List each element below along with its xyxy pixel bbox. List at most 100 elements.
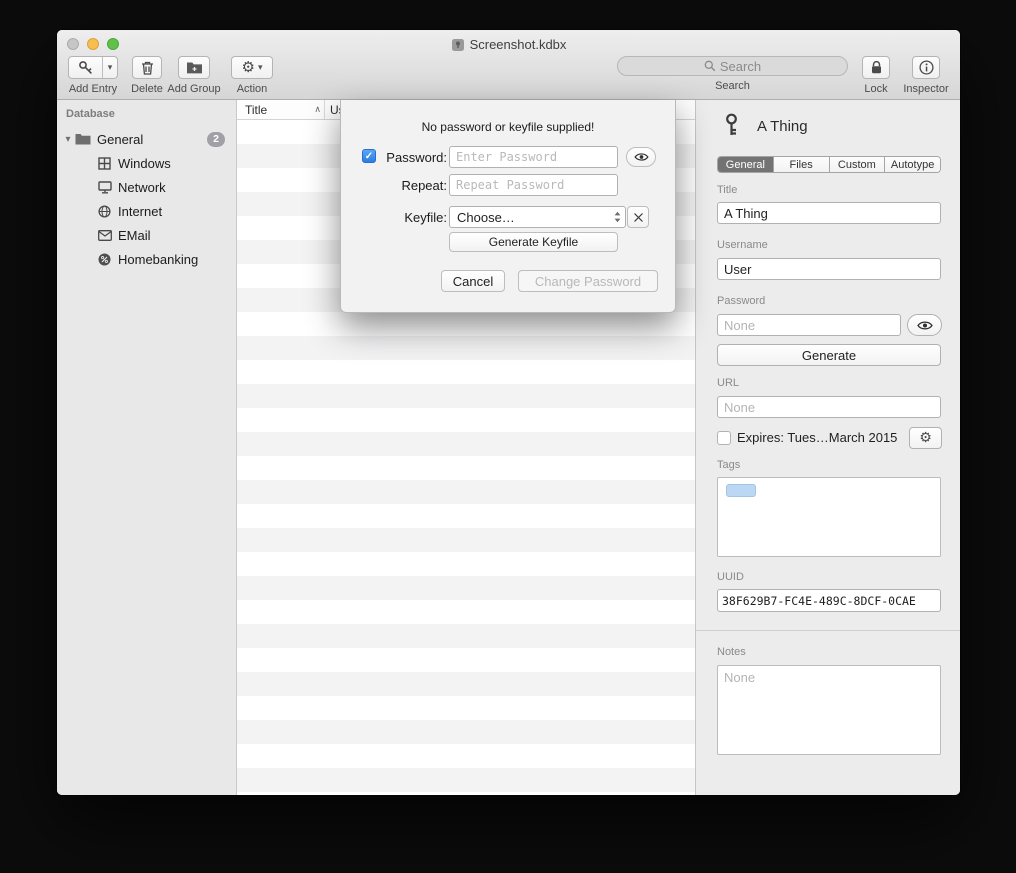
sidebar-item-homebanking[interactable]: Homebanking [57, 247, 236, 271]
tab-autotype[interactable]: Autotype [885, 157, 940, 172]
uuid-label: UUID [717, 571, 744, 583]
delete-label: Delete [127, 83, 167, 95]
search-input[interactable]: Search [617, 56, 848, 76]
tab-custom[interactable]: Custom [830, 157, 886, 172]
add-entry-button[interactable]: ▾ [68, 56, 118, 79]
cancel-button[interactable]: Cancel [441, 270, 505, 292]
folder-plus-icon [186, 61, 203, 74]
info-icon [919, 60, 934, 75]
title-field-label: Title [717, 184, 737, 196]
inspector-divider [696, 630, 960, 631]
trash-icon [140, 60, 155, 76]
sidebar-group-general[interactable]: ▾ General 2 [57, 127, 236, 151]
url-field[interactable] [717, 396, 941, 418]
dialog-repeat-input[interactable] [449, 174, 618, 196]
network-icon [97, 181, 112, 194]
expires-settings-button[interactable]: ⚙ [909, 427, 942, 449]
column-title-label: Title [245, 103, 267, 117]
change-password-label: Change Password [535, 274, 641, 289]
generate-keyfile-label: Generate Keyfile [489, 235, 578, 249]
keyfile-popup[interactable]: Choose… [449, 206, 626, 228]
dialog-keyfile-label: Keyfile: [377, 210, 447, 225]
password-enabled-checkbox[interactable]: ✓ [362, 149, 376, 163]
action-button[interactable]: ⚙ ▾ [231, 56, 273, 79]
windows-icon [97, 157, 112, 170]
uuid-field[interactable] [717, 589, 941, 612]
sidebar-item-windows[interactable]: Windows [57, 151, 236, 175]
dialog-reveal-password-button[interactable] [626, 147, 656, 167]
tab-files[interactable]: Files [774, 157, 830, 172]
inspector-button[interactable] [912, 56, 940, 79]
tags-label: Tags [717, 459, 740, 471]
delete-button[interactable] [132, 56, 162, 79]
search-placeholder: Search [720, 59, 761, 74]
clear-keyfile-button[interactable] [627, 206, 649, 228]
popup-stepper-icon [614, 211, 621, 223]
lock-button[interactable] [862, 56, 890, 79]
notes-label: Notes [717, 646, 746, 658]
app-window: Screenshot.kdbx ▾ Add Entry Delete [57, 30, 960, 795]
title-field[interactable] [717, 202, 941, 224]
close-button[interactable] [67, 38, 79, 50]
sidebar-item-label: Network [118, 180, 166, 195]
action-label: Action [230, 83, 274, 95]
check-icon: ✓ [365, 151, 373, 162]
gear-icon: ⚙ [242, 60, 255, 75]
username-field-label: Username [717, 239, 768, 251]
add-entry-dropdown-icon[interactable]: ▾ [103, 57, 117, 78]
expires-checkbox[interactable] [717, 431, 731, 445]
inspector-group: Inspector [900, 56, 952, 95]
username-field[interactable] [717, 258, 941, 280]
toolbar: Screenshot.kdbx ▾ Add Entry Delete [57, 30, 960, 100]
add-group-button[interactable] [178, 56, 210, 79]
window-title-area: Screenshot.kdbx [177, 36, 840, 53]
password-field[interactable] [717, 314, 901, 336]
tag-chip[interactable] [726, 484, 756, 497]
disclosure-triangle-icon[interactable]: ▾ [61, 134, 75, 145]
sidebar-item-network[interactable]: Network [57, 175, 236, 199]
sidebar-item-label: Internet [118, 204, 162, 219]
sidebar-header: Database [57, 108, 236, 120]
minimize-button[interactable] [87, 38, 99, 50]
password-dialog: No password or keyfile supplied! ✓ Passw… [340, 100, 676, 313]
sidebar-item-label: Homebanking [118, 252, 198, 267]
inspector-header: A Thing [722, 113, 808, 137]
document-icon [451, 38, 465, 52]
action-chevron-icon: ▾ [258, 63, 263, 72]
close-x-icon [633, 212, 644, 223]
lock-icon [870, 60, 883, 75]
tags-box[interactable] [717, 477, 941, 557]
gear-icon: ⚙ [919, 431, 932, 445]
folder-icon [75, 133, 91, 145]
key-icon [722, 113, 741, 137]
search-group: Search Search [617, 56, 848, 92]
generate-keyfile-button[interactable]: Generate Keyfile [449, 232, 618, 252]
dialog-repeat-label: Repeat: [377, 178, 447, 193]
entry-title: A Thing [757, 118, 808, 135]
sidebar-item-internet[interactable]: Internet [57, 199, 236, 223]
sidebar-item-email[interactable]: EMail [57, 223, 236, 247]
notes-field[interactable] [717, 665, 941, 755]
eye-icon [917, 320, 933, 331]
add-entry-group: ▾ Add Entry [65, 56, 121, 95]
tab-general[interactable]: General [718, 157, 774, 172]
password-field-label: Password [717, 295, 765, 307]
cancel-label: Cancel [453, 274, 493, 289]
action-group: ⚙ ▾ Action [230, 56, 274, 95]
sidebar-group-label: General [97, 132, 143, 147]
eye-icon [634, 152, 649, 162]
lock-label: Lock [852, 83, 900, 95]
inspector-label: Inspector [900, 83, 952, 95]
generate-password-button[interactable]: Generate [717, 344, 941, 366]
zoom-button[interactable] [107, 38, 119, 50]
dialog-password-input[interactable] [449, 146, 618, 168]
reveal-password-button[interactable] [907, 314, 942, 336]
dialog-message: No password or keyfile supplied! [341, 120, 675, 134]
search-label: Search [617, 80, 848, 92]
sidebar-item-label: EMail [118, 228, 151, 243]
change-password-button[interactable]: Change Password [518, 270, 658, 292]
column-header-title[interactable]: Title ∧ [237, 100, 325, 119]
inspector-tabs: General Files Custom Autotype [717, 156, 941, 173]
expires-label: Expires: Tues…March 2015 [737, 430, 897, 445]
sort-ascending-icon: ∧ [314, 105, 321, 115]
